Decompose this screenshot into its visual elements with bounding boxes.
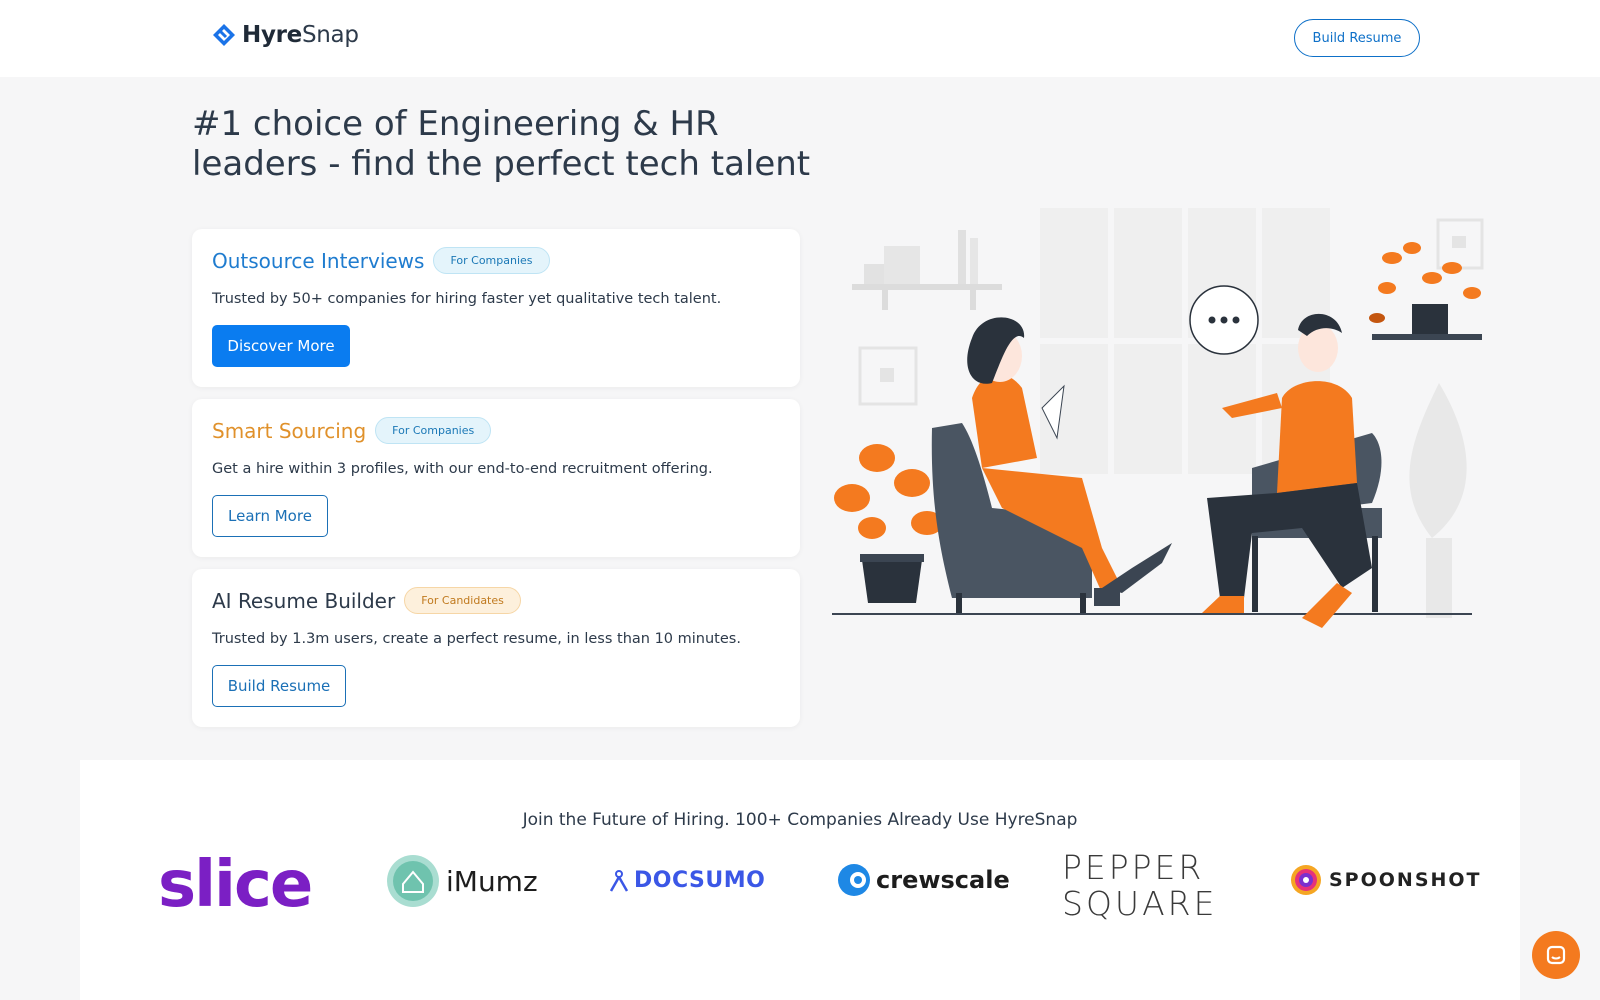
imumz-icon bbox=[387, 855, 439, 907]
docsumo-logo: DOCSUMO bbox=[608, 868, 765, 893]
spoonshot-icon bbox=[1291, 865, 1321, 895]
spoonshot-logo: SPOONSHOT bbox=[1289, 863, 1482, 897]
pepper-square-logo: PEPPER SQUARE bbox=[1062, 850, 1217, 922]
learn-more-button[interactable]: Learn More bbox=[212, 495, 328, 537]
pepper-square-line1: PEPPER bbox=[1062, 848, 1205, 887]
discover-more-button[interactable]: Discover More bbox=[212, 325, 350, 367]
hero-title: #1 choice of Engineering & HR leaders - … bbox=[192, 104, 832, 184]
plant-left-graphic bbox=[834, 444, 943, 603]
card-description: Get a hire within 3 profiles, with our e… bbox=[212, 461, 713, 477]
card-title[interactable]: Smart Sourcing bbox=[212, 419, 366, 443]
brand-name: HyreSnap bbox=[242, 22, 359, 48]
hero-title-line2: leaders - find the perfect tech talent bbox=[192, 144, 811, 184]
card-title[interactable]: AI Resume Builder bbox=[212, 589, 395, 613]
build-resume-nav-button[interactable]: Build Resume bbox=[1294, 19, 1420, 57]
card-description: Trusted by 1.3m users, create a perfect … bbox=[212, 631, 741, 647]
service-card-outsource-interviews: Outsource Interviews For Companies Trust… bbox=[192, 229, 800, 387]
card-header: Smart Sourcing For Companies bbox=[212, 417, 492, 444]
companies-tagline: Join the Future of Hiring. 100+ Companie… bbox=[522, 810, 1078, 830]
shelf-graphic bbox=[852, 230, 1002, 310]
imumz-logo: iMumz bbox=[386, 854, 538, 908]
card-description: Trusted by 50+ companies for hiring fast… bbox=[212, 291, 722, 307]
build-resume-button[interactable]: Build Resume bbox=[212, 665, 346, 707]
interview-illustration bbox=[832, 208, 1484, 628]
crewscale-name: crewscale bbox=[876, 866, 1010, 894]
card-header: Outsource Interviews For Companies bbox=[212, 247, 550, 274]
plant-right-graphic bbox=[1409, 383, 1467, 618]
audience-tag: For Companies bbox=[375, 417, 492, 444]
chat-icon bbox=[1546, 945, 1566, 965]
card-title[interactable]: Outsource Interviews bbox=[212, 249, 424, 273]
card-header: AI Resume Builder For Candidates bbox=[212, 587, 521, 614]
imumz-name: iMumz bbox=[446, 864, 538, 898]
slice-logo: slice bbox=[158, 848, 313, 922]
crewscale-icon bbox=[838, 864, 870, 896]
audience-tag: For Candidates bbox=[404, 587, 521, 614]
companies-section: Join the Future of Hiring. 100+ Companie… bbox=[80, 760, 1520, 1000]
top-navbar: HyreSnap Build Resume bbox=[0, 0, 1600, 77]
brand-logo[interactable]: HyreSnap bbox=[212, 22, 359, 48]
audience-tag: For Companies bbox=[433, 247, 550, 274]
hero-title-line1: #1 choice of Engineering & HR bbox=[192, 104, 719, 144]
crewscale-logo: crewscale bbox=[836, 862, 1010, 898]
chat-launcher-button[interactable] bbox=[1532, 931, 1580, 979]
company-logos-row: slice iMumz DOCSUMO crewscale PEPPER SQU… bbox=[80, 850, 1520, 950]
service-card-ai-resume-builder: AI Resume Builder For Candidates Trusted… bbox=[192, 569, 800, 727]
docsumo-name: DOCSUMO bbox=[634, 868, 766, 893]
service-card-smart-sourcing: Smart Sourcing For Companies Get a hire … bbox=[192, 399, 800, 557]
spoonshot-name: SPOONSHOT bbox=[1329, 869, 1482, 891]
docsumo-icon bbox=[609, 869, 629, 892]
pepper-square-line2: SQUARE bbox=[1062, 884, 1218, 923]
hyresnap-logo-icon bbox=[213, 24, 235, 46]
speech-bubble-graphic bbox=[1189, 285, 1259, 355]
